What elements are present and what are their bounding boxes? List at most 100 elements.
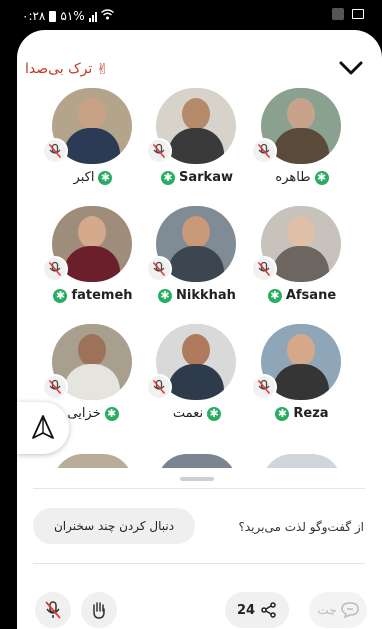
speaker-card[interactable]: ✱ طاهره	[243, 88, 343, 198]
speaker-name-row: ✱ Sarkaw	[156, 170, 238, 185]
speaker-name-row: ✱ Afsane	[261, 288, 343, 303]
avatar-body	[273, 246, 329, 282]
battery-percent: ۵۱%	[60, 9, 85, 23]
speaker-card[interactable]: ✱ Reza	[243, 324, 343, 434]
muted-mic-badge	[251, 374, 277, 400]
avatar-face	[287, 98, 315, 130]
moderator-star-icon: ✱	[104, 406, 119, 421]
speaker-name: Afsane	[285, 288, 337, 303]
muted-mic-badge	[251, 256, 277, 282]
speaker-avatar-partial	[262, 454, 342, 468]
speaker-name-row: ✱ Nikkhah	[156, 288, 238, 303]
status-bar: ۰:۲۸ ۵۱%	[0, 0, 382, 30]
chat-bubble-icon	[340, 602, 359, 618]
speaker-avatar-partial	[53, 454, 133, 468]
raise-hand-icon	[93, 602, 105, 619]
share-count: 24	[236, 602, 256, 618]
drag-handle[interactable]	[180, 477, 214, 481]
avatar-face	[287, 334, 315, 366]
speaker-name-row: ✱ اکبر	[52, 170, 134, 185]
speaker-card[interactable]: ✱ fatemeh	[34, 206, 134, 316]
bottom-toolbar: 24 چت	[17, 590, 382, 629]
muted-mic-badge	[42, 138, 68, 164]
mic-off-icon	[152, 379, 166, 395]
avatar-face	[182, 98, 210, 130]
gallery-icon	[352, 9, 364, 19]
speaker-name-row: ✱ Reza	[261, 406, 343, 421]
chat-label: چت	[317, 603, 337, 617]
avatar-body	[64, 128, 120, 164]
avatar-body	[168, 128, 224, 164]
mic-off-icon	[152, 261, 166, 277]
room-sheet: ✌ ترک بی‌صدا ✱ اکبر ✱ Sarkaw ✱ طاهره ✱ fatemeh ✱…	[17, 30, 382, 629]
wifi-icon	[100, 9, 114, 23]
speaker-card[interactable]: ✱ Nikkhah	[138, 206, 238, 316]
speaker-name: Sarkaw	[179, 170, 233, 185]
muted-mic-badge	[146, 138, 172, 164]
enjoying-prompt: از گفت‌وگو لذت می‌برید؟	[238, 520, 365, 534]
muted-mic-badge	[251, 138, 277, 164]
speaker-name: نعمت	[172, 406, 204, 421]
speaker-card[interactable]: ✱ اکبر	[34, 88, 134, 198]
speaker-card[interactable]: ✱ Afsane	[243, 206, 343, 316]
avatar-body	[64, 364, 120, 400]
raise-hand-button[interactable]	[81, 592, 117, 628]
divider	[33, 488, 365, 489]
status-left: ۰:۲۸ ۵۱%	[22, 9, 114, 23]
speaker-name: اکبر	[73, 170, 95, 185]
mic-off-icon	[257, 261, 271, 277]
status-right	[332, 8, 364, 20]
hand-signal-button[interactable]	[17, 402, 69, 454]
speaker-name: خزایی	[67, 406, 101, 421]
avatar-body	[273, 128, 329, 164]
leave-quietly-button[interactable]: ✌ ترک بی‌صدا	[25, 60, 109, 78]
mic-off-icon	[257, 143, 271, 159]
avatar-face	[287, 216, 315, 248]
mic-off-icon	[48, 261, 62, 277]
avatar-face	[78, 98, 106, 130]
speaker-name-row: ✱ fatemeh	[52, 288, 134, 303]
leave-quietly-label: ترک بی‌صدا	[25, 61, 93, 77]
muted-mic-badge	[42, 256, 68, 282]
divider	[33, 563, 365, 564]
mic-off-icon	[48, 379, 62, 395]
muted-mic-badge	[146, 256, 172, 282]
speaker-name: Nikkhah	[176, 288, 236, 303]
battery-icon	[49, 10, 57, 22]
chat-button[interactable]: چت	[309, 592, 367, 628]
moderator-star-icon: ✱	[158, 288, 173, 303]
moderator-star-icon: ✱	[267, 288, 282, 303]
avatar-body	[168, 246, 224, 282]
mic-off-icon	[48, 143, 62, 159]
speaker-name-row: ✱ طاهره	[261, 170, 343, 185]
avatar-face	[182, 334, 210, 366]
avatar-face	[78, 216, 106, 248]
speaker-name: Reza	[293, 406, 329, 421]
mic-muted-button[interactable]	[35, 592, 71, 628]
share-button[interactable]: 24	[225, 592, 289, 628]
moderator-star-icon: ✱	[207, 406, 222, 421]
speaker-card[interactable]: ✱ نعمت	[138, 324, 238, 434]
speaker-card[interactable]: ✱ Sarkaw	[138, 88, 238, 198]
mic-off-icon	[45, 601, 61, 619]
mic-off-icon	[257, 379, 271, 395]
moderator-star-icon: ✱	[161, 170, 175, 185]
moderator-star-icon: ✱	[53, 288, 68, 303]
speaker-name-row: ✱ نعمت	[156, 406, 238, 421]
speaker-name: طاهره	[275, 170, 311, 185]
moderator-star-icon: ✱	[275, 406, 290, 421]
avatar-body	[64, 246, 120, 282]
avatar-face	[78, 334, 106, 366]
avatar-face	[182, 216, 210, 248]
avatar-body	[273, 364, 329, 400]
speakers-grid[interactable]: ✱ اکبر ✱ Sarkaw ✱ طاهره ✱ fatemeh ✱ Nikkhah ✱ Afsan…	[17, 88, 382, 468]
chevron-down-icon[interactable]	[338, 60, 364, 76]
send-arrow-icon	[32, 415, 54, 439]
moderator-star-icon: ✱	[314, 170, 329, 185]
moderator-star-icon: ✱	[98, 170, 113, 185]
share-icon	[261, 602, 276, 618]
speaker-avatar-partial	[157, 454, 237, 468]
status-time: ۰:۲۸	[22, 9, 46, 23]
follow-speakers-button[interactable]: دنبال کردن چند سخنران	[33, 508, 195, 544]
avatar-body	[168, 364, 224, 400]
